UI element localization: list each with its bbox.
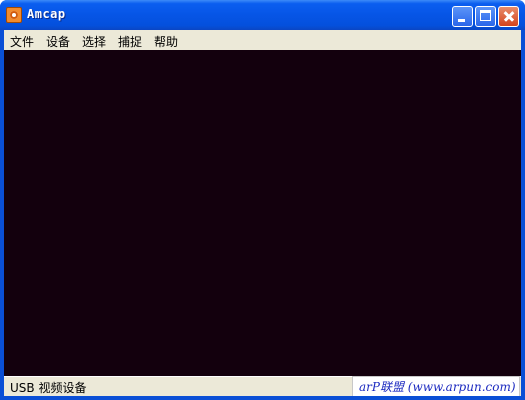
minimize-icon bbox=[458, 19, 465, 22]
watermark: arP联盟 (www.arpun.com) bbox=[352, 376, 520, 397]
menu-help[interactable]: 帮助 bbox=[154, 33, 178, 50]
maximize-button[interactable] bbox=[475, 6, 496, 27]
app-icon[interactable] bbox=[6, 7, 22, 23]
menu-capture[interactable]: 捕捉 bbox=[118, 33, 142, 50]
close-icon bbox=[499, 7, 518, 26]
window-title: Amcap bbox=[27, 7, 66, 21]
title-bar[interactable]: Amcap bbox=[0, 0, 525, 30]
minimize-button[interactable] bbox=[452, 6, 473, 27]
menu-bar: 文件 设备 选择 捕捉 帮助 bbox=[4, 30, 521, 50]
amcap-window: Amcap 文件 设备 选择 捕捉 帮助 USB 视频设备 arP联盟 (www… bbox=[0, 0, 525, 400]
close-button[interactable] bbox=[498, 6, 519, 27]
maximize-icon bbox=[480, 10, 491, 21]
menu-device[interactable]: 设备 bbox=[46, 33, 70, 50]
menu-select[interactable]: 选择 bbox=[82, 33, 106, 50]
video-preview bbox=[4, 50, 521, 376]
window-bottom-border bbox=[0, 396, 525, 400]
status-device-name: USB 视频设备 bbox=[10, 381, 87, 395]
menu-file[interactable]: 文件 bbox=[10, 33, 34, 50]
